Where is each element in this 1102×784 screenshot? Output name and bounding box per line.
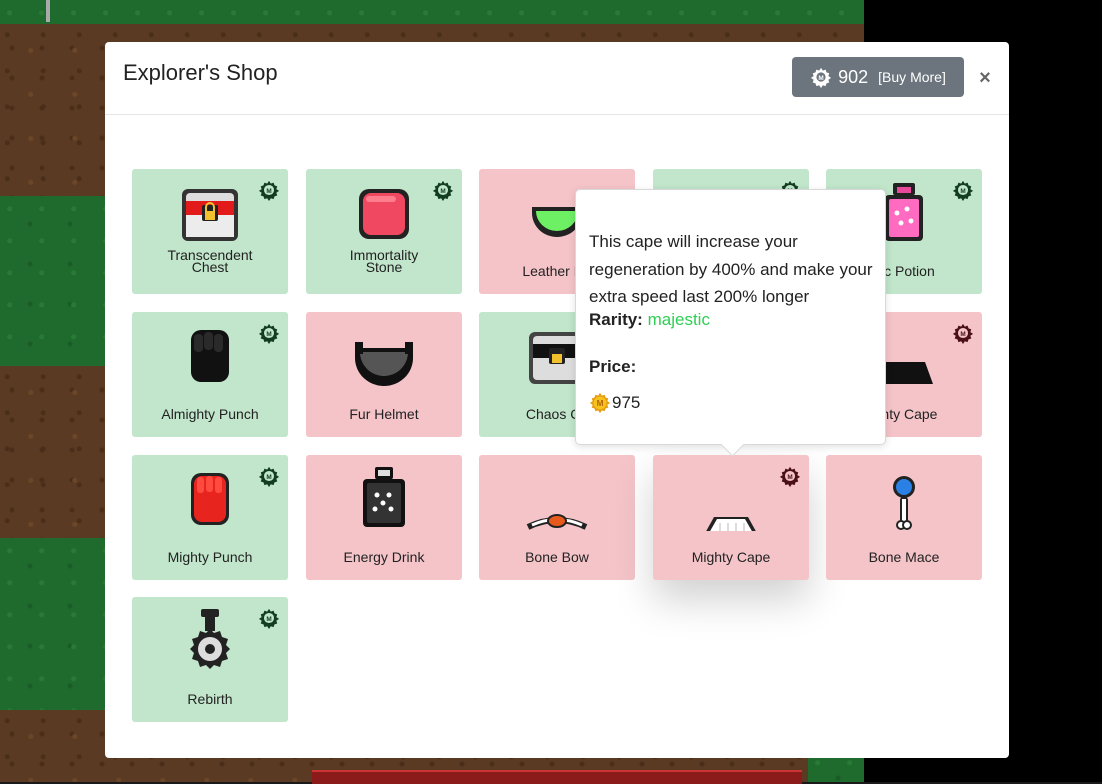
white-cape-icon — [706, 517, 756, 531]
rare-gear-icon — [779, 465, 801, 487]
rebirth-gear-icon — [190, 609, 230, 669]
mace-icon — [893, 476, 915, 530]
modal-title: Explorer's Shop — [123, 60, 278, 85]
item-label: Mighty Cape — [691, 549, 771, 565]
item-label: Mighty Punch — [167, 549, 253, 565]
item-label: Rebirth — [187, 691, 233, 707]
bow-icon — [526, 514, 588, 530]
black-fist-icon — [191, 330, 229, 382]
rare-gear-icon — [258, 607, 280, 629]
rare-gear-icon — [258, 179, 280, 201]
item-label: Bone Bow — [525, 549, 589, 565]
close-button[interactable]: × — [977, 68, 993, 88]
currency-amount: 902 — [838, 66, 869, 87]
item-label: Transcendent Chest — [167, 247, 253, 275]
modal-header: Explorer's Shop M 902 [Buy More] × — [105, 42, 1009, 115]
price-value: 975 — [612, 393, 641, 412]
item-tooltip: This cape will increase your regeneratio… — [575, 189, 886, 457]
energy-bottle-icon — [363, 467, 405, 527]
tooltip-price: M 975 — [589, 392, 640, 414]
red-gem-icon — [359, 189, 409, 239]
item-immortality-stone[interactable]: Immortality Stone — [306, 169, 462, 294]
red-fist-icon — [191, 473, 229, 525]
item-label: Bone Mace — [868, 549, 940, 565]
dark-helmet-icon — [355, 342, 413, 386]
tooltip-price-label: Price: — [589, 357, 637, 376]
buy-more-button[interactable]: M 902 [Buy More] — [792, 57, 964, 97]
item-label: Energy Drink — [343, 549, 425, 565]
item-transcendent-chest[interactable]: Transcendent Chest — [132, 169, 288, 294]
item-mighty-cape[interactable]: Mighty Cape — [653, 455, 809, 580]
item-fur-helmet[interactable]: Fur Helmet — [306, 312, 462, 437]
rare-gear-icon — [258, 465, 280, 487]
item-label: Immortality Stone — [349, 247, 419, 275]
rare-gear-icon — [432, 179, 454, 201]
rare-gear-icon — [952, 179, 974, 201]
gold-coin-icon: M — [589, 392, 611, 414]
item-label: Fur Helmet — [349, 406, 419, 422]
rarity-value: majestic — [647, 310, 710, 329]
item-bone-mace[interactable]: Bone Mace — [826, 455, 982, 580]
item-mighty-punch[interactable]: Mighty Punch — [132, 455, 288, 580]
rare-gear-icon — [952, 322, 974, 344]
svg-text:M: M — [597, 399, 604, 408]
item-label: Almighty Punch — [161, 406, 259, 422]
item-rebirth[interactable]: Rebirth — [132, 597, 288, 722]
treasure-chest-icon — [182, 189, 238, 241]
rare-gear-icon — [258, 322, 280, 344]
item-almighty-punch[interactable]: Almighty Punch — [132, 312, 288, 437]
buy-more-label: [Buy More] — [878, 69, 946, 85]
item-bone-bow[interactable]: Bone Bow — [479, 455, 635, 580]
tooltip-rarity: Rarity: majestic — [589, 310, 710, 329]
svg-text:M: M — [818, 75, 823, 82]
item-energy-drink[interactable]: Energy Drink — [306, 455, 462, 580]
gear-badge-icon: M — [811, 67, 832, 88]
tooltip-description: This cape will increase your regeneratio… — [589, 232, 873, 306]
